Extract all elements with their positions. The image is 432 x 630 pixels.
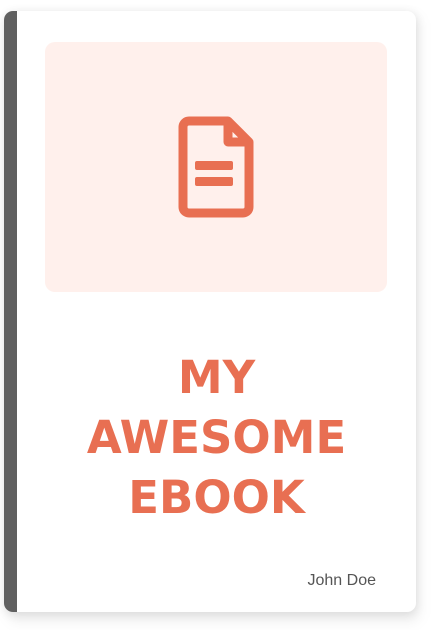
book-title-line-1: MY [177, 351, 256, 404]
book-spine [4, 11, 17, 612]
book-author: John Doe [307, 572, 377, 589]
book-title-line-2: AWESOME [86, 411, 347, 464]
ebook-cover-wrapper: MY AWESOME EBOOK John Doe [4, 11, 420, 622]
book-title-line-3: EBOOK [128, 471, 305, 524]
document-icon [177, 115, 255, 219]
ebook-cover: MY AWESOME EBOOK John Doe [4, 11, 416, 612]
cover-art-panel [45, 42, 387, 292]
book-title: MY AWESOME EBOOK [17, 348, 416, 528]
